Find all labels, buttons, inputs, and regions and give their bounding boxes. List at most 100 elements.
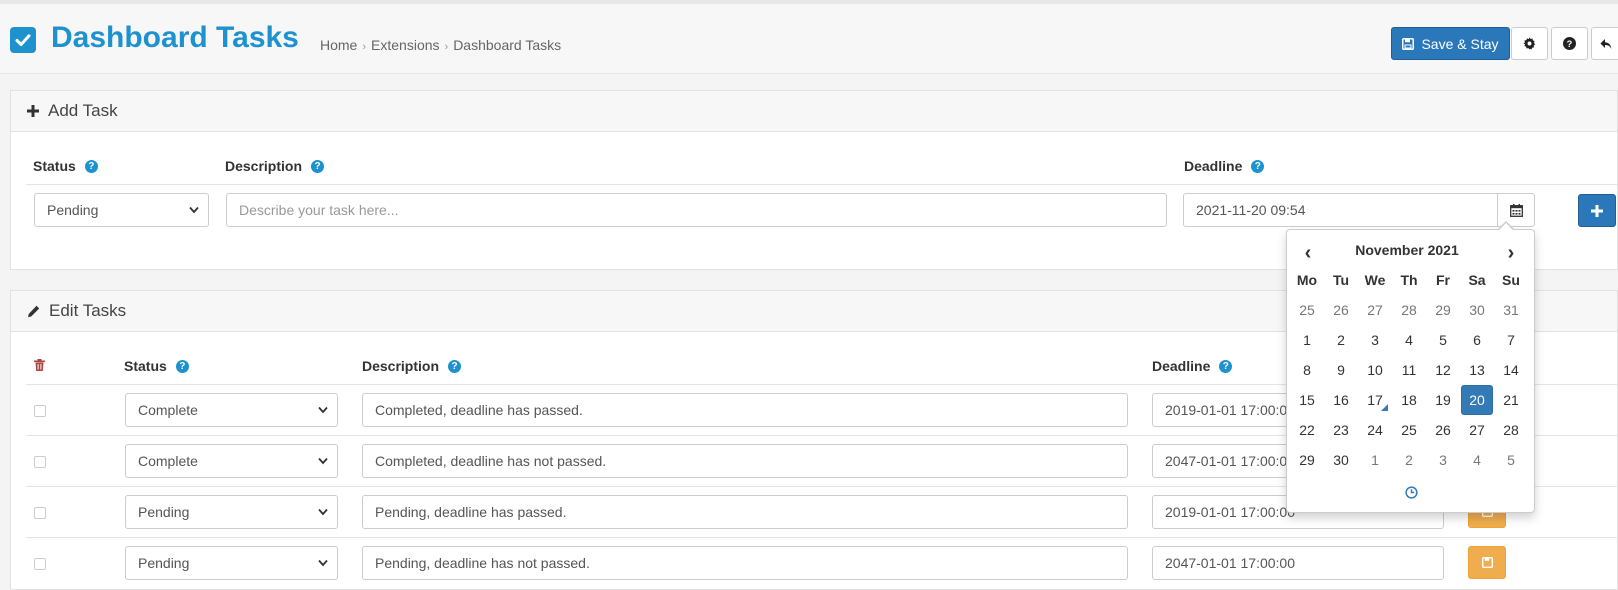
calendar-day[interactable]: 5 <box>1426 325 1460 355</box>
calendar-day[interactable]: 12 <box>1426 355 1460 385</box>
question-circle-icon[interactable]: ? <box>1251 159 1265 173</box>
floppy-disk-icon <box>1481 557 1493 568</box>
calendar-day[interactable]: 8 <box>1290 355 1324 385</box>
next-month-button[interactable]: › <box>1496 241 1526 265</box>
add-task-button[interactable] <box>1578 194 1616 227</box>
time-picker-toggle[interactable] <box>1399 482 1423 502</box>
datepicker-popup: ‹ November 2021 › Mo Tu We Th Fr Sa Su 25 26 27 28… <box>1286 229 1535 513</box>
calendar-day[interactable]: 13 <box>1460 355 1494 385</box>
previous-month-button[interactable]: ‹ <box>1293 241 1323 265</box>
calendar-day[interactable]: 15 <box>1290 385 1324 415</box>
calendar-day[interactable]: 29 <box>1426 295 1460 325</box>
weekday-header: Th <box>1400 272 1418 288</box>
calendar-day[interactable]: 28 <box>1494 415 1528 445</box>
row-status-select[interactable]: Complete <box>125 444 338 478</box>
trash-icon[interactable] <box>34 359 45 371</box>
clock-icon <box>1404 485 1418 499</box>
chevron-down-icon <box>318 559 328 567</box>
calendar-day[interactable]: 1 <box>1358 445 1392 475</box>
calendar-day[interactable]: 2 <box>1324 325 1358 355</box>
save-and-stay-button[interactable]: Save & Stay <box>1391 27 1510 60</box>
row-description-input[interactable]: Completed, deadline has passed. <box>362 393 1128 427</box>
calendar-day[interactable]: 5 <box>1494 445 1528 475</box>
add-deadline-input[interactable]: 2021-11-20 09:54 <box>1183 193 1498 227</box>
chevron-down-icon <box>189 206 199 214</box>
row-select-checkbox[interactable] <box>34 456 46 468</box>
back-button[interactable] <box>1591 27 1618 60</box>
page-title: Dashboard Tasks <box>51 21 299 54</box>
add-status-header: Status? <box>33 158 98 174</box>
weekday-header: Tu <box>1332 272 1350 288</box>
datepicker-month-title[interactable]: November 2021 <box>1327 242 1487 258</box>
question-circle-icon[interactable]: ? <box>448 359 462 373</box>
row-status-select[interactable]: Pending <box>125 495 338 529</box>
calendar-day[interactable]: 3 <box>1358 325 1392 355</box>
calendar-day[interactable]: 30 <box>1460 295 1494 325</box>
row-description-input[interactable]: Pending, deadline has not passed. <box>362 546 1128 580</box>
calendar-day[interactable]: 21 <box>1494 385 1528 415</box>
row-description-input[interactable]: Pending, deadline has passed. <box>362 495 1128 529</box>
breadcrumb-separator: › <box>362 41 367 53</box>
calendar-day[interactable]: 4 <box>1460 445 1494 475</box>
calendar-icon <box>1509 203 1523 217</box>
row-status-select[interactable]: Complete <box>125 393 338 427</box>
calendar-day[interactable]: 30 <box>1324 445 1358 475</box>
calendar-day[interactable]: 16 <box>1324 385 1358 415</box>
row-status-select[interactable]: Pending <box>125 546 338 580</box>
calendar-day[interactable]: 20 <box>1461 385 1493 415</box>
add-status-select[interactable]: Pending <box>34 193 209 227</box>
chevron-down-icon <box>318 457 328 465</box>
calendar-day[interactable]: 27 <box>1460 415 1494 445</box>
calendar-day[interactable]: 28 <box>1392 295 1426 325</box>
question-circle-icon[interactable]: ? <box>175 359 189 373</box>
calendar-day[interactable]: 29 <box>1290 445 1324 475</box>
edit-deadline-header: Deadline? <box>1152 358 1233 374</box>
calendar-day[interactable]: 2 <box>1392 445 1426 475</box>
floppy-disk-icon <box>1402 37 1415 50</box>
breadcrumb-current[interactable]: Dashboard Tasks <box>453 37 561 53</box>
calendar-day[interactable]: 6 <box>1460 325 1494 355</box>
calendar-day[interactable]: 14 <box>1494 355 1528 385</box>
calendar-day[interactable]: 3 <box>1426 445 1460 475</box>
calendar-day[interactable]: 18 <box>1392 385 1426 415</box>
calendar-day[interactable]: 22 <box>1290 415 1324 445</box>
calendar-day[interactable]: 17 <box>1358 385 1392 415</box>
calendar-day[interactable]: 19 <box>1426 385 1460 415</box>
calendar-day[interactable]: 4 <box>1392 325 1426 355</box>
settings-button[interactable] <box>1511 27 1548 60</box>
calendar-day[interactable]: 23 <box>1324 415 1358 445</box>
breadcrumb-extensions[interactable]: Extensions <box>371 37 439 53</box>
row-select-checkbox[interactable] <box>34 405 46 417</box>
calendar-day[interactable]: 26 <box>1426 415 1460 445</box>
calendar-day[interactable]: 1 <box>1290 325 1324 355</box>
question-circle-icon[interactable]: ? <box>1219 359 1233 373</box>
row-select-checkbox[interactable] <box>34 507 46 519</box>
calendar-day[interactable]: 26 <box>1324 295 1358 325</box>
row-save-button[interactable] <box>1468 546 1506 579</box>
question-circle-icon[interactable]: ? <box>84 159 98 173</box>
datepicker-days-grid: Mo Tu We Th Fr Sa Su 25 26 27 28 29 30 31 1 2 3 4 5 6 7 8 9 10 1… <box>1290 265 1528 475</box>
row-divider <box>26 537 1618 538</box>
svg-text:?: ? <box>1567 39 1573 49</box>
calendar-day[interactable]: 25 <box>1290 295 1324 325</box>
chevron-down-icon <box>318 406 328 414</box>
calendar-day[interactable]: 24 <box>1358 415 1392 445</box>
row-deadline-input[interactable]: 2047-01-01 17:00:00 <box>1152 546 1444 580</box>
calendar-day[interactable]: 27 <box>1358 295 1392 325</box>
calendar-day[interactable]: 7 <box>1494 325 1528 355</box>
add-description-input[interactable]: Describe your task here... <box>226 193 1167 227</box>
question-circle-icon[interactable]: ? <box>311 159 325 173</box>
calendar-day[interactable]: 25 <box>1392 415 1426 445</box>
row-select-checkbox[interactable] <box>34 558 46 570</box>
calendar-day[interactable]: 9 <box>1324 355 1358 385</box>
calendar-day[interactable]: 31 <box>1494 295 1528 325</box>
edit-description-header: Description? <box>362 358 462 374</box>
calendar-day[interactable]: 10 <box>1358 355 1392 385</box>
datepicker-caret-inner <box>1499 223 1513 230</box>
divider <box>26 184 1618 185</box>
breadcrumb-home[interactable]: Home <box>320 37 357 53</box>
calendar-day[interactable]: 11 <box>1392 355 1426 385</box>
row-description-input[interactable]: Completed, deadline has not passed. <box>362 444 1128 478</box>
weekday-header: We <box>1364 272 1386 288</box>
help-button[interactable]: ? <box>1551 27 1588 60</box>
